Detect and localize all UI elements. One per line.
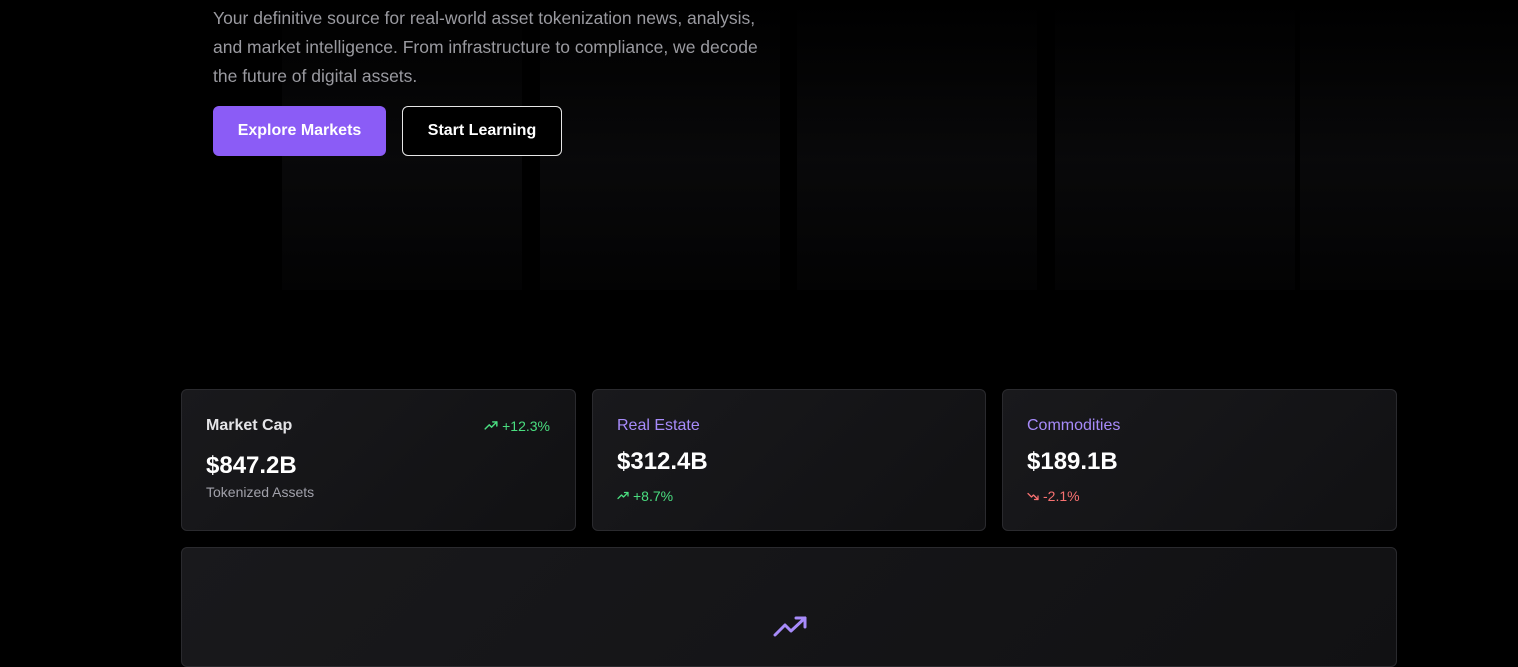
hero-description: Your definitive source for real-world as… — [213, 8, 758, 86]
background-column — [1300, 0, 1518, 290]
background-column — [1055, 0, 1295, 290]
trending-down-icon — [1027, 492, 1039, 501]
stat-card-subtitle: Tokenized Assets — [206, 484, 315, 500]
stat-card-value: $847.2B — [206, 452, 297, 479]
stat-card-title: Market Cap — [206, 417, 293, 434]
stat-change-value: +12.3% — [502, 418, 550, 434]
stat-card-commodities: Commodities $189.1B -2.1% — [1002, 389, 1397, 531]
stat-card-market-cap: Market Cap +12.3% $847.2B Tokenized Asse… — [181, 389, 576, 531]
stat-change-value: +8.7% — [633, 488, 674, 504]
market-chart-panel — [181, 547, 1397, 667]
trending-up-icon — [484, 421, 498, 430]
stat-card-value: $312.4B — [617, 448, 708, 475]
stat-card-title: Commodities — [1027, 417, 1121, 434]
start-learning-button[interactable]: Start Learning — [402, 106, 562, 156]
trending-up-icon — [773, 616, 807, 637]
explore-markets-button[interactable]: Explore Markets — [213, 106, 386, 156]
stat-card-title: Real Estate — [617, 417, 700, 434]
trending-up-icon — [617, 491, 629, 500]
stat-change: -2.1% — [1027, 488, 1080, 504]
background-column — [797, 0, 1037, 290]
stat-card-real-estate: Real Estate $312.4B +8.7% — [592, 389, 986, 531]
stat-change: +12.3% — [484, 418, 550, 434]
stat-change-value: -2.1% — [1043, 488, 1080, 504]
stat-card-value: $189.1B — [1027, 448, 1118, 475]
stat-change: +8.7% — [617, 488, 673, 504]
